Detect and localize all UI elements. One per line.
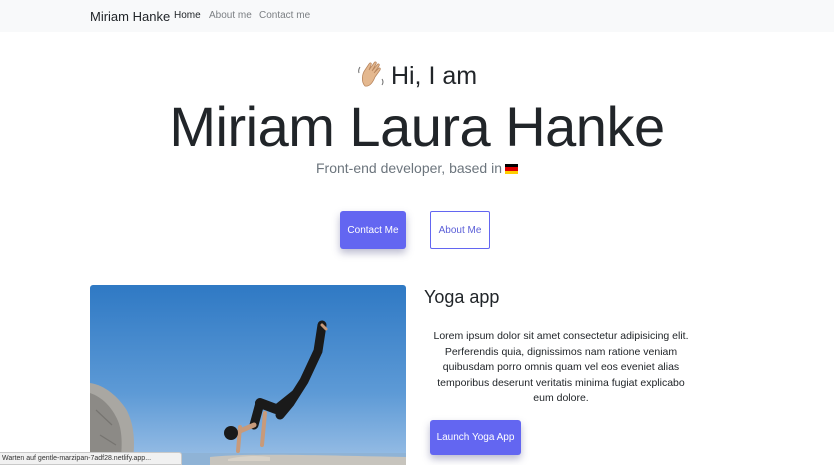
- navbar-brand[interactable]: Miriam Hanke: [90, 9, 170, 24]
- navbar: Miriam Hanke Home About me Contact me: [0, 0, 834, 32]
- project-title: Yoga app: [424, 287, 500, 307]
- nav-link-home[interactable]: Home: [174, 10, 201, 21]
- about-me-button[interactable]: About Me: [430, 211, 490, 249]
- status-bar: Warten auf gentle-marzipan-7adf28.netlif…: [0, 452, 182, 465]
- waving-hand-icon: [358, 61, 384, 87]
- hero-greeting: Hi, I am: [0, 60, 834, 91]
- greeting-text: Hi, I am: [390, 62, 478, 90]
- hero-tagline: Front-end developer, based in: [0, 160, 834, 176]
- project-description: Lorem ipsum dolor sit amet consectetur a…: [433, 330, 689, 404]
- yoga-pose-photo: [90, 285, 406, 465]
- launch-yoga-app-button[interactable]: Launch Yoga App: [430, 420, 521, 455]
- nav-link-about[interactable]: About me: [209, 10, 252, 21]
- contact-me-button[interactable]: Contact Me: [340, 211, 406, 249]
- tagline-text: Front-end developer, based in: [315, 160, 502, 176]
- hero-name: Miriam Laura Hanke: [169, 95, 665, 158]
- nav-link-contact[interactable]: Contact me: [259, 10, 310, 21]
- german-flag-icon: [505, 164, 518, 174]
